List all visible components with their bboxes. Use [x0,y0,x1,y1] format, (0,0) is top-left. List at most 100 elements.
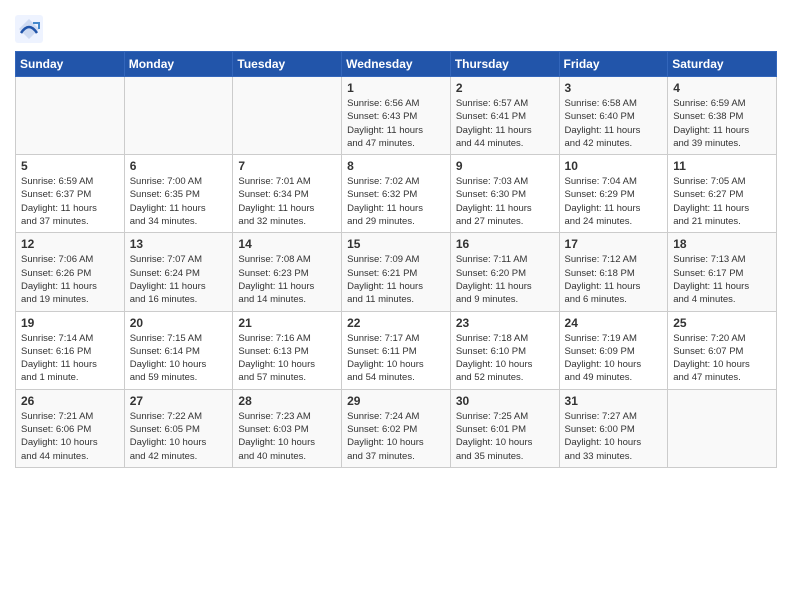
day-number: 14 [238,237,336,251]
day-number: 5 [21,159,119,173]
week-row-3: 12 Sunrise: 7:06 AM Sunset: 6:26 PM Dayli… [16,233,777,311]
day-info: Sunrise: 7:01 AM Sunset: 6:34 PM Dayligh… [238,175,336,228]
day-number: 1 [347,81,445,95]
day-number: 25 [673,316,771,330]
calendar-cell: 23 Sunrise: 7:18 AM Sunset: 6:10 PM Dayli… [450,311,559,389]
day-info: Sunrise: 7:05 AM Sunset: 6:27 PM Dayligh… [673,175,771,228]
day-info: Sunrise: 6:59 AM Sunset: 6:37 PM Dayligh… [21,175,119,228]
calendar-cell: 2 Sunrise: 6:57 AM Sunset: 6:41 PM Daylig… [450,77,559,155]
day-info: Sunrise: 7:08 AM Sunset: 6:23 PM Dayligh… [238,253,336,306]
day-info: Sunrise: 7:14 AM Sunset: 6:16 PM Dayligh… [21,332,119,385]
calendar-cell: 11 Sunrise: 7:05 AM Sunset: 6:27 PM Dayli… [668,155,777,233]
day-number: 23 [456,316,554,330]
day-number: 11 [673,159,771,173]
week-row-4: 19 Sunrise: 7:14 AM Sunset: 6:16 PM Dayli… [16,311,777,389]
day-info: Sunrise: 6:59 AM Sunset: 6:38 PM Dayligh… [673,97,771,150]
day-number: 27 [130,394,228,408]
day-number: 6 [130,159,228,173]
logo-icon [15,15,43,43]
day-info: Sunrise: 7:23 AM Sunset: 6:03 PM Dayligh… [238,410,336,463]
calendar-cell: 27 Sunrise: 7:22 AM Sunset: 6:05 PM Dayli… [124,389,233,467]
day-info: Sunrise: 7:24 AM Sunset: 6:02 PM Dayligh… [347,410,445,463]
day-info: Sunrise: 7:17 AM Sunset: 6:11 PM Dayligh… [347,332,445,385]
logo [15,15,47,43]
calendar-cell: 29 Sunrise: 7:24 AM Sunset: 6:02 PM Dayli… [342,389,451,467]
calendar-cell: 14 Sunrise: 7:08 AM Sunset: 6:23 PM Dayli… [233,233,342,311]
calendar-cell: 3Sunrise: 6:58 AM Sunset: 6:40 PM Daylig… [559,77,668,155]
calendar-cell: 7 Sunrise: 7:01 AM Sunset: 6:34 PM Daylig… [233,155,342,233]
day-header-row: SundayMondayTuesdayWednesdayThursdayFrid… [16,52,777,77]
day-info: Sunrise: 7:12 AM Sunset: 6:18 PM Dayligh… [565,253,663,306]
day-number: 20 [130,316,228,330]
calendar-cell: 9 Sunrise: 7:03 AM Sunset: 6:30 PM Daylig… [450,155,559,233]
calendar-table: SundayMondayTuesdayWednesdayThursdayFrid… [15,51,777,468]
calendar-cell: 13Sunrise: 7:07 AM Sunset: 6:24 PM Dayli… [124,233,233,311]
day-info: Sunrise: 7:07 AM Sunset: 6:24 PM Dayligh… [130,253,228,306]
calendar-cell: 30 Sunrise: 7:25 AM Sunset: 6:01 PM Dayli… [450,389,559,467]
calendar-header [15,10,777,43]
day-info: Sunrise: 7:03 AM Sunset: 6:30 PM Dayligh… [456,175,554,228]
calendar-cell [124,77,233,155]
calendar-cell: 8 Sunrise: 7:02 AM Sunset: 6:32 PM Daylig… [342,155,451,233]
day-number: 12 [21,237,119,251]
calendar-cell: 15 Sunrise: 7:09 AM Sunset: 6:21 PM Dayli… [342,233,451,311]
calendar-cell: 24 Sunrise: 7:19 AM Sunset: 6:09 PM Dayli… [559,311,668,389]
day-info: Sunrise: 7:11 AM Sunset: 6:20 PM Dayligh… [456,253,554,306]
day-header-friday: Friday [559,52,668,77]
day-number: 28 [238,394,336,408]
day-header-sunday: Sunday [16,52,125,77]
calendar-cell: 22Sunrise: 7:17 AM Sunset: 6:11 PM Dayli… [342,311,451,389]
week-row-2: 5 Sunrise: 6:59 AM Sunset: 6:37 PM Daylig… [16,155,777,233]
calendar-cell: 6 Sunrise: 7:00 AM Sunset: 6:35 PM Daylig… [124,155,233,233]
day-number: 21 [238,316,336,330]
day-number: 26 [21,394,119,408]
day-number: 24 [565,316,663,330]
calendar-cell: 1 Sunrise: 6:56 AM Sunset: 6:43 PM Daylig… [342,77,451,155]
day-number: 16 [456,237,554,251]
day-info: Sunrise: 7:02 AM Sunset: 6:32 PM Dayligh… [347,175,445,228]
calendar-cell: 21 Sunrise: 7:16 AM Sunset: 6:13 PM Dayli… [233,311,342,389]
day-number: 19 [21,316,119,330]
day-number: 15 [347,237,445,251]
calendar-cell [233,77,342,155]
calendar-cell: 4 Sunrise: 6:59 AM Sunset: 6:38 PM Daylig… [668,77,777,155]
day-info: Sunrise: 6:57 AM Sunset: 6:41 PM Dayligh… [456,97,554,150]
day-info: Sunrise: 7:19 AM Sunset: 6:09 PM Dayligh… [565,332,663,385]
calendar-cell: 26 Sunrise: 7:21 AM Sunset: 6:06 PM Dayli… [16,389,125,467]
day-info: Sunrise: 7:09 AM Sunset: 6:21 PM Dayligh… [347,253,445,306]
day-info: Sunrise: 6:56 AM Sunset: 6:43 PM Dayligh… [347,97,445,150]
day-number: 18 [673,237,771,251]
calendar-cell [668,389,777,467]
calendar-cell: 12 Sunrise: 7:06 AM Sunset: 6:26 PM Dayli… [16,233,125,311]
day-number: 4 [673,81,771,95]
day-header-tuesday: Tuesday [233,52,342,77]
day-info: Sunrise: 7:06 AM Sunset: 6:26 PM Dayligh… [21,253,119,306]
day-info: Sunrise: 7:25 AM Sunset: 6:01 PM Dayligh… [456,410,554,463]
day-number: 30 [456,394,554,408]
calendar-cell: 5 Sunrise: 6:59 AM Sunset: 6:37 PM Daylig… [16,155,125,233]
day-info: Sunrise: 7:00 AM Sunset: 6:35 PM Dayligh… [130,175,228,228]
day-number: 17 [565,237,663,251]
calendar-cell: 19 Sunrise: 7:14 AM Sunset: 6:16 PM Dayli… [16,311,125,389]
calendar-cell: 28 Sunrise: 7:23 AM Sunset: 6:03 PM Dayli… [233,389,342,467]
day-header-saturday: Saturday [668,52,777,77]
day-info: Sunrise: 7:21 AM Sunset: 6:06 PM Dayligh… [21,410,119,463]
day-number: 9 [456,159,554,173]
calendar-cell: 16 Sunrise: 7:11 AM Sunset: 6:20 PM Dayli… [450,233,559,311]
day-number: 31 [565,394,663,408]
day-number: 10 [565,159,663,173]
week-row-1: 1 Sunrise: 6:56 AM Sunset: 6:43 PM Daylig… [16,77,777,155]
calendar-cell [16,77,125,155]
day-number: 2 [456,81,554,95]
day-info: Sunrise: 7:22 AM Sunset: 6:05 PM Dayligh… [130,410,228,463]
calendar-cell: 25 Sunrise: 7:20 AM Sunset: 6:07 PM Dayli… [668,311,777,389]
day-info: Sunrise: 7:18 AM Sunset: 6:10 PM Dayligh… [456,332,554,385]
day-number: 29 [347,394,445,408]
day-number: 8 [347,159,445,173]
day-info: Sunrise: 7:15 AM Sunset: 6:14 PM Dayligh… [130,332,228,385]
day-info: Sunrise: 7:16 AM Sunset: 6:13 PM Dayligh… [238,332,336,385]
day-info: Sunrise: 7:20 AM Sunset: 6:07 PM Dayligh… [673,332,771,385]
day-number: 3 [565,81,663,95]
calendar-cell: 17 Sunrise: 7:12 AM Sunset: 6:18 PM Dayli… [559,233,668,311]
day-number: 7 [238,159,336,173]
